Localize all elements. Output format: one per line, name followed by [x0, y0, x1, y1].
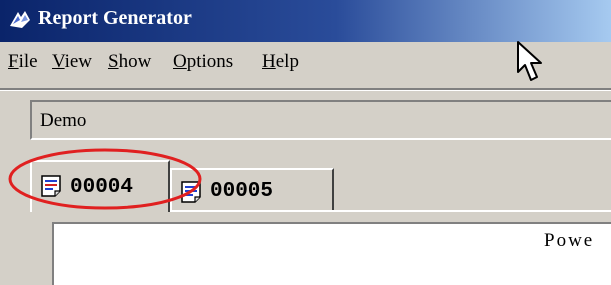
- mouse-pointer-icon: [517, 41, 542, 81]
- menu-show[interactable]: Show: [108, 51, 151, 73]
- tab-label: 00005: [210, 180, 274, 203]
- tab-00004[interactable]: 00004: [30, 160, 170, 212]
- document-icon: [181, 181, 201, 203]
- app-logo-icon: [10, 11, 30, 28]
- report-selector[interactable]: Demo: [30, 100, 611, 140]
- menu-file[interactable]: File: [8, 51, 38, 73]
- report-generator-window: Report Generator File View Show Options …: [0, 0, 611, 285]
- tab-strip: 00004 00005: [30, 150, 611, 212]
- document-icon: [41, 175, 61, 197]
- report-content-area[interactable]: [52, 222, 611, 285]
- report-selector-value: Demo: [40, 110, 87, 131]
- window-title: Report Generator: [38, 7, 192, 29]
- menu-help[interactable]: Help: [262, 51, 299, 73]
- report-text: Powe: [544, 230, 595, 251]
- tab-00005[interactable]: 00005: [170, 168, 334, 210]
- menu-view[interactable]: View: [52, 51, 92, 73]
- menu-separator-highlight: [0, 90, 611, 91]
- tab-label: 00004: [70, 176, 134, 199]
- menu-options[interactable]: Options: [173, 51, 233, 73]
- title-bar[interactable]: Report Generator: [0, 0, 611, 42]
